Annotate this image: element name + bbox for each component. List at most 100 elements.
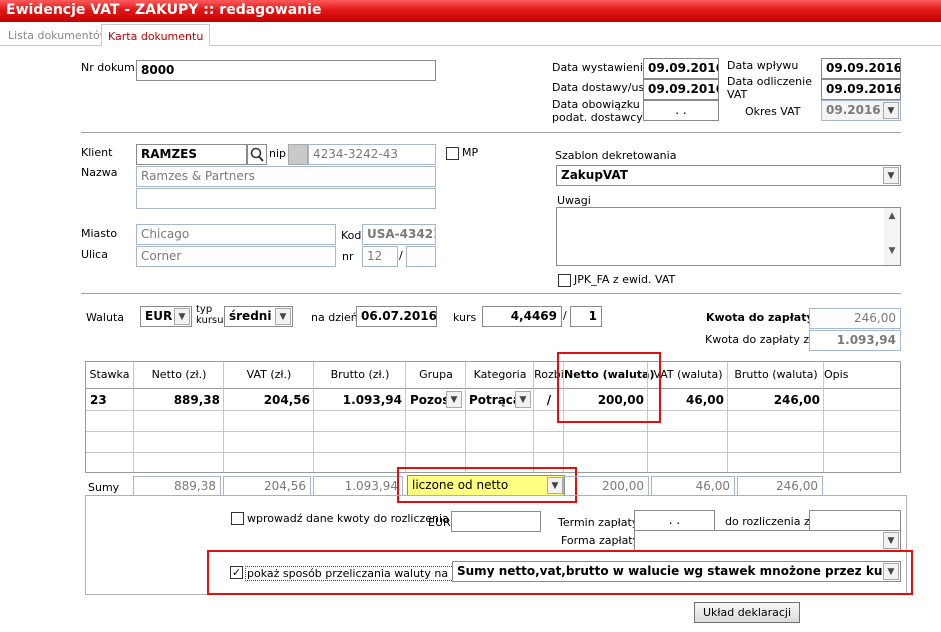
col-header-netto[interactable]: Netto (zł.) — [134, 368, 224, 381]
col-header-brutto[interactable]: Brutto (zł.) — [314, 368, 406, 381]
cell-netto[interactable]: 889,38 — [134, 393, 220, 407]
uwagi-scrollbar[interactable]: ▲ ▼ — [884, 208, 900, 265]
col-header-stawka[interactable]: Stawka — [86, 368, 133, 381]
waluta-value: EUR — [145, 309, 173, 323]
cell-grupa[interactable]: Pozos — [410, 393, 449, 407]
search-button[interactable] — [247, 144, 267, 165]
data-wplywu-input[interactable]: 09.09.2016 — [821, 58, 901, 79]
grid-line — [223, 362, 224, 472]
ulica-input[interactable]: Corner — [136, 246, 336, 267]
nr-dokum-label: Nr dokum. — [81, 61, 139, 74]
nr-label: nr — [342, 250, 354, 263]
tab-bar: Lista dokumentów Karta dokumentu — [0, 22, 941, 46]
chevron-down-icon[interactable]: ▼ — [883, 532, 899, 549]
forma-zaplaty-select[interactable]: ▼ — [634, 530, 901, 551]
szablon-select[interactable]: ZakupVAT ▼ — [556, 165, 901, 186]
data-wystawienia-input[interactable]: 09.09.2016 — [643, 58, 719, 79]
grid-line — [86, 410, 900, 411]
klient-input[interactable]: RAMZES — [136, 144, 247, 165]
jpk-label: JPK_FA z ewid. VAT — [574, 273, 676, 286]
szablon-value: ZakupVAT — [561, 168, 628, 182]
kurs-input[interactable]: 4,4469 — [482, 306, 562, 327]
data-odliczenia-label-line2: VAT — [727, 88, 748, 101]
mp-checkbox[interactable] — [446, 147, 459, 160]
wprowadz-checkbox[interactable] — [231, 512, 244, 525]
cell-brutto[interactable]: 1.093,94 — [314, 393, 402, 407]
do-rozliczenia-label: do rozliczenia zł — [725, 515, 813, 528]
typ-kursu-label: typ kursu — [196, 304, 223, 326]
data-wplywu-label: Data wpływu — [727, 59, 799, 72]
data-odliczenia-label: Data odliczenie VAT — [727, 75, 812, 101]
nr-dokum-input[interactable]: 8000 — [136, 60, 436, 81]
chevron-down-icon[interactable]: ▼ — [174, 308, 190, 325]
vat-grid[interactable]: Stawka Netto (zł.) VAT (zł.) Brutto (zł.… — [85, 361, 901, 473]
cell-kategoria[interactable]: Potrąca — [469, 393, 521, 407]
kurs-divider-input[interactable]: 1 — [570, 306, 602, 327]
kurs-separator: / — [563, 309, 567, 322]
col-header-vat[interactable]: VAT (zł.) — [224, 368, 314, 381]
tab-karta-dokumentu[interactable]: Karta dokumentu — [101, 24, 211, 46]
highlight-pokaz — [207, 550, 913, 595]
data-obowiazku-label: Data obowiązku podat. dostawcy — [552, 98, 643, 124]
sumy-brutto: 1.093,94 — [313, 476, 403, 496]
nr-lokalu-input[interactable] — [406, 246, 436, 267]
scroll-up-icon[interactable]: ▲ — [884, 211, 900, 221]
szablon-label: Szablon dekretowania — [555, 149, 677, 162]
do-rozliczenia-input[interactable] — [809, 510, 901, 531]
cell-vat[interactable]: 204,56 — [224, 393, 310, 407]
forma-zaplaty-label: Forma zapłaty — [561, 534, 640, 547]
highlight-netto-waluta — [557, 352, 661, 423]
data-obowiazku-label-line2: podat. dostawcy — [552, 111, 643, 124]
eur-input[interactable] — [451, 511, 541, 532]
table-row[interactable]: 23 889,38 204,56 1.093,94 Pozos ▼ Potrąc… — [86, 389, 900, 410]
jpk-checkbox[interactable] — [558, 274, 571, 287]
typ-kursu-value: średni — [229, 309, 272, 323]
grid-line — [823, 362, 824, 472]
okres-vat-value: 09.2016 — [826, 103, 881, 117]
chevron-down-icon[interactable]: ▼ — [446, 391, 462, 408]
waluta-label: Waluta — [86, 311, 124, 324]
cell-stawka[interactable]: 23 — [90, 393, 107, 407]
chevron-down-icon[interactable]: ▼ — [883, 102, 899, 119]
mp-label: MP — [462, 146, 479, 159]
typ-kursu-select[interactable]: średni ▼ — [224, 306, 293, 327]
eur-label: EUR — [428, 516, 451, 529]
grid-line — [86, 431, 900, 432]
data-dostawy-input[interactable]: 09.09.2016 — [643, 79, 719, 100]
data-odliczenia-input[interactable]: 09.09.2016 — [821, 79, 901, 100]
waluta-select[interactable]: EUR ▼ — [140, 306, 192, 327]
chevron-down-icon[interactable]: ▼ — [883, 167, 899, 184]
nip-input[interactable]: 4234-3242-43 — [308, 144, 436, 165]
nazwa-input-line2[interactable] — [136, 188, 436, 209]
kod-input[interactable]: USA-43421 — [362, 224, 436, 245]
na-dzien-label: na dzień — [311, 311, 358, 324]
grid-line — [727, 362, 728, 472]
kod-label: Kod — [341, 229, 362, 242]
okres-vat-select[interactable]: 09.2016 ▼ — [821, 100, 901, 121]
nazwa-input-line1[interactable]: Ramzes & Partners — [136, 166, 436, 187]
uklad-deklaracji-button[interactable]: Układ deklaracji — [694, 602, 800, 623]
col-header-brutto-waluta[interactable]: Brutto (waluta) — [728, 368, 824, 381]
col-header-grupa[interactable]: Grupa — [406, 368, 466, 381]
na-dzien-input[interactable]: 06.07.2016 — [356, 306, 437, 327]
col-header-opis[interactable]: Opis — [824, 368, 848, 381]
klient-label: Klient — [81, 146, 113, 159]
nr-domu-input[interactable]: 12 — [362, 246, 398, 267]
sumy-netto-waluta: 200,00 — [563, 476, 649, 496]
uwagi-label: Uwagi — [557, 194, 591, 207]
termin-input[interactable]: . . — [634, 510, 715, 531]
cell-brutto-waluta[interactable]: 246,00 — [728, 393, 820, 407]
grid-line — [533, 362, 534, 472]
scroll-down-icon[interactable]: ▼ — [884, 246, 900, 256]
uwagi-textarea[interactable]: ▲ ▼ — [556, 207, 901, 266]
data-obowiazku-input[interactable]: . . — [643, 100, 719, 121]
sumy-vat-waluta: 46,00 — [651, 476, 735, 496]
chevron-down-icon[interactable]: ▼ — [275, 308, 291, 325]
col-header-kategoria[interactable]: Kategoria — [466, 368, 534, 381]
chevron-down-icon[interactable]: ▼ — [515, 391, 531, 408]
miasto-input[interactable]: Chicago — [136, 224, 336, 245]
kwota-value: 246,00 — [809, 308, 901, 329]
tab-lista-dokumentow[interactable]: Lista dokumentów — [2, 24, 115, 46]
data-wystawienia-label: Data wystawienia — [552, 61, 650, 74]
sumy-label: Sumy — [88, 481, 120, 494]
